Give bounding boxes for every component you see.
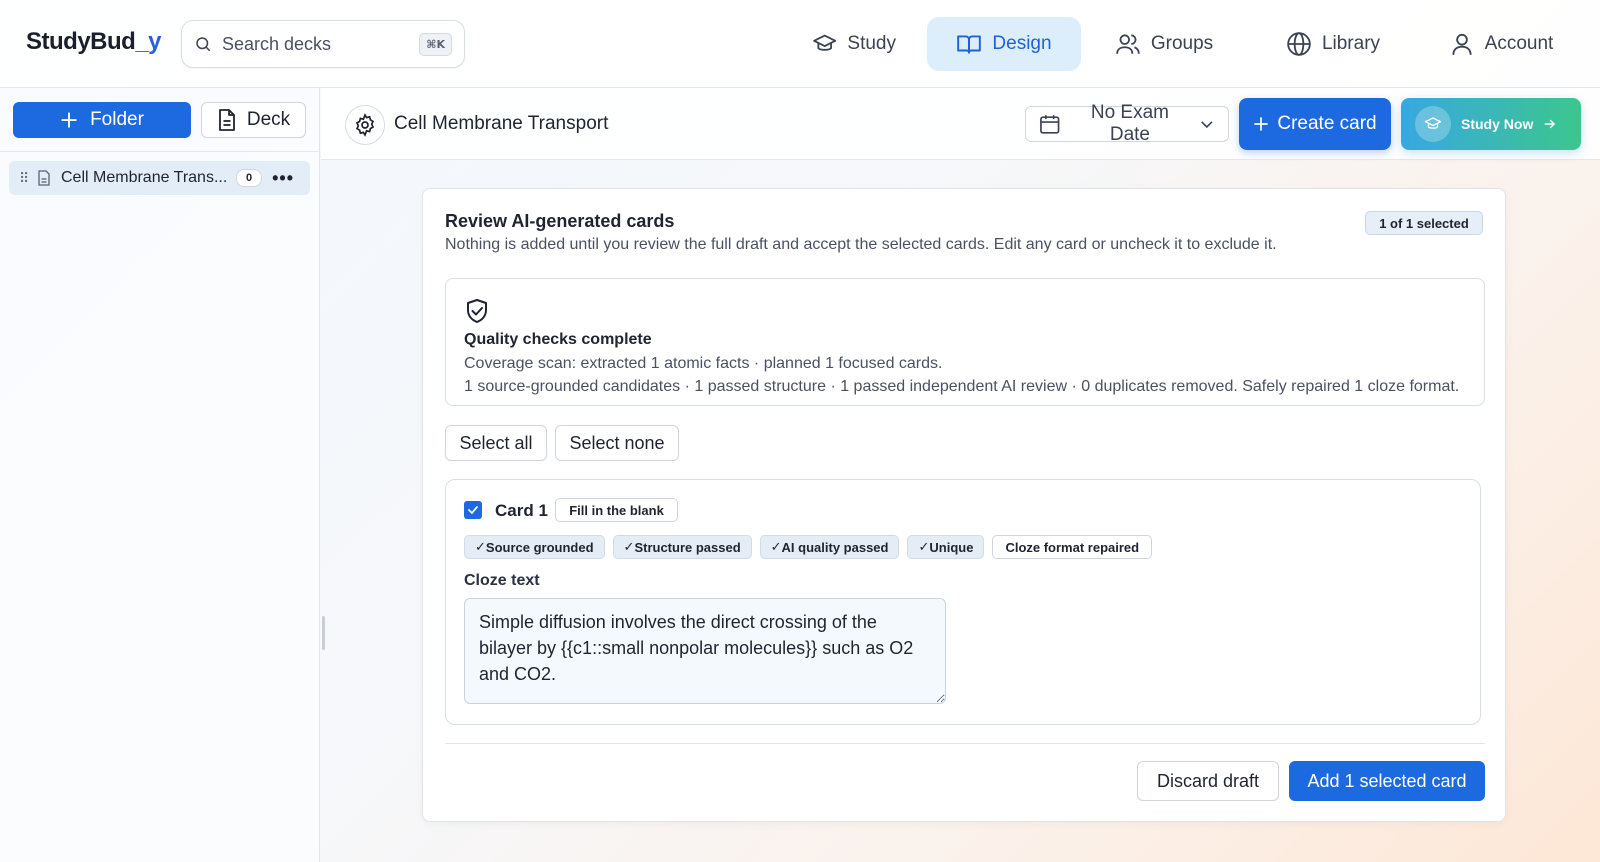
new-deck-button[interactable]: Deck [201, 101, 306, 138]
quality-title: Quality checks complete [464, 331, 652, 348]
draft-card: Card 1 Fill in the blank ✓ Source grounde… [445, 479, 1481, 725]
nav-groups[interactable]: Groups [1089, 17, 1239, 71]
deck-file-icon [38, 170, 50, 186]
nav-study-label: Study [847, 33, 896, 54]
tag-label: Structure passed [634, 539, 741, 555]
brand-prefix: StudyBud [26, 28, 136, 55]
study-now-button[interactable]: Study Now [1401, 98, 1581, 150]
checkmark-icon [468, 506, 478, 514]
nav-design-label: Design [992, 33, 1052, 54]
top-nav-bar: StudyBud_y ⌘K Study Design Groups Librar… [0, 0, 1600, 88]
gear-icon [355, 113, 375, 137]
sidebar-resize-handle[interactable] [322, 616, 325, 650]
study-now-label: Study Now [1461, 116, 1534, 132]
tag-source-grounded: ✓ Source grounded [464, 535, 605, 559]
plus-icon [1254, 117, 1269, 131]
users-icon [1116, 34, 1140, 54]
globe-icon [1287, 32, 1311, 56]
main-nav: Study Design Groups Library Account [790, 17, 1579, 71]
exam-date-dropdown[interactable]: No Exam Date [1025, 102, 1229, 145]
deck-settings-button[interactable] [345, 105, 385, 145]
study-now-badge [1415, 106, 1451, 142]
check-icon: ✓ [475, 539, 486, 554]
shield-check-icon [467, 299, 487, 323]
quality-coverage-text: Coverage scan: extracted 1 atomic facts … [464, 355, 943, 372]
deck-card-count: 0 [236, 169, 263, 187]
quality-checks-box: Quality checks complete Coverage scan: e… [445, 278, 1485, 406]
document-icon [218, 108, 235, 131]
card-checkbox[interactable] [464, 501, 482, 519]
tag-ai-quality-passed: ✓ AI quality passed [759, 535, 900, 559]
more-options-icon[interactable]: ••• [272, 168, 294, 189]
check-icon: ✓ [918, 539, 930, 554]
search-shortcut-badge: ⌘K [419, 32, 452, 56]
check-icon: ✓ [770, 539, 782, 554]
create-card-label: Create card [1277, 113, 1377, 134]
search-box[interactable]: ⌘K [181, 20, 465, 68]
calendar-icon [1040, 115, 1060, 134]
check-icon: ✓ [623, 539, 635, 554]
tag-label: AI quality passed [781, 539, 889, 555]
sidebar-actions: Folder Deck [0, 88, 319, 152]
review-panel: Review AI-generated cards Nothing is add… [422, 188, 1506, 822]
select-none-button[interactable]: Select none [555, 425, 679, 461]
nav-library[interactable]: Library [1255, 17, 1411, 71]
deck-sidebar: Folder Deck ⠿ Cell Membrane Trans... 0 •… [0, 88, 325, 862]
cloze-text-input[interactable]: Simple diffusion involves the direct cro… [464, 598, 946, 704]
nav-account[interactable]: Account [1423, 17, 1579, 71]
deck-name: Cell Membrane Trans... [61, 169, 228, 186]
panel-divider [445, 743, 1485, 744]
selected-count-badge: 1 of 1 selected [1365, 211, 1483, 235]
search-icon [196, 37, 211, 52]
deck-title: Cell Membrane Transport [394, 113, 609, 134]
tag-label: Unique [929, 539, 974, 555]
nav-library-label: Library [1321, 33, 1381, 54]
nav-account-label: Account [1484, 33, 1554, 54]
cloze-text-label: Cloze text [464, 572, 540, 589]
create-card-button[interactable]: Create card [1239, 98, 1391, 150]
open-book-icon [957, 35, 982, 54]
tag-structure-passed: ✓ Structure passed [612, 535, 752, 559]
discard-draft-button[interactable]: Discard draft [1137, 761, 1279, 801]
graduation-cap-icon [813, 34, 837, 51]
card-label: Card 1 [495, 501, 548, 520]
nav-design[interactable]: Design [927, 17, 1081, 71]
arrow-right-icon [1544, 119, 1556, 129]
select-all-button[interactable]: Select all [445, 425, 547, 461]
nav-study[interactable]: Study [790, 17, 918, 71]
card-type-badge: Fill in the blank [555, 498, 678, 522]
card-tags: ✓ Source grounded ✓ Structure passed ✓ AI q… [464, 535, 1153, 559]
graduation-cap-icon [1424, 117, 1442, 129]
tag-label: Source grounded [485, 539, 594, 555]
nav-groups-label: Groups [1150, 33, 1214, 54]
new-folder-button[interactable]: Folder [13, 101, 191, 138]
deck-header: Cell Membrane Transport No Exam Date Cre… [321, 88, 1600, 160]
deck-list-item[interactable]: ⠿ Cell Membrane Trans... 0 ••• [9, 161, 310, 195]
tag-cloze-repaired: Cloze format repaired [992, 535, 1153, 559]
brand-accent: _y [135, 28, 162, 55]
chevron-down-icon [1201, 121, 1213, 129]
brand-logo[interactable]: StudyBud_y [26, 28, 162, 56]
plus-icon [61, 111, 77, 128]
search-input[interactable] [222, 33, 412, 55]
quality-summary-text: 1 source-grounded candidates · 1 passed … [464, 378, 1460, 395]
new-deck-label: Deck [246, 108, 291, 130]
add-selected-cards-button[interactable]: Add 1 selected card [1289, 761, 1485, 801]
drag-handle-icon[interactable]: ⠿ [19, 170, 33, 187]
exam-date-label: No Exam Date [1090, 102, 1169, 145]
user-icon [1452, 33, 1472, 55]
tag-unique: ✓ Unique [907, 535, 985, 559]
review-subtitle: Nothing is added until you review the fu… [445, 236, 1277, 253]
review-title: Review AI-generated cards [445, 211, 675, 231]
new-folder-label: Folder [90, 108, 144, 130]
